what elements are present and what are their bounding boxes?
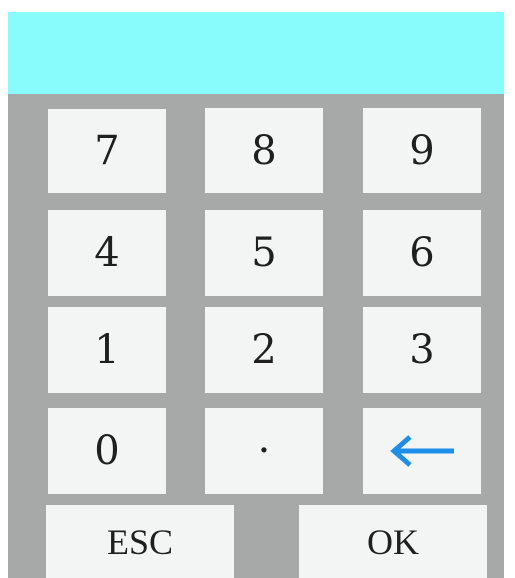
key-4[interactable]: 4 — [48, 210, 166, 296]
key-7[interactable]: 7 — [48, 109, 166, 193]
key-9[interactable]: 9 — [363, 108, 481, 193]
backspace-button[interactable] — [363, 408, 481, 494]
key-1[interactable]: 1 — [48, 307, 166, 393]
key-6[interactable]: 6 — [363, 210, 481, 296]
key-2[interactable]: 2 — [205, 307, 323, 393]
key-decimal-point[interactable]: · — [205, 408, 323, 494]
key-0[interactable]: 0 — [48, 408, 166, 494]
key-8[interactable]: 8 — [205, 108, 323, 193]
ok-button[interactable]: OK — [299, 505, 487, 578]
left-arrow-icon — [386, 433, 458, 469]
key-3[interactable]: 3 — [363, 307, 481, 393]
value-display — [8, 12, 504, 94]
esc-button[interactable]: ESC — [46, 505, 234, 578]
key-5[interactable]: 5 — [205, 210, 323, 296]
numeric-keypad-dialog: 7 8 9 4 5 6 1 2 3 0 · ESC OK — [0, 0, 515, 578]
